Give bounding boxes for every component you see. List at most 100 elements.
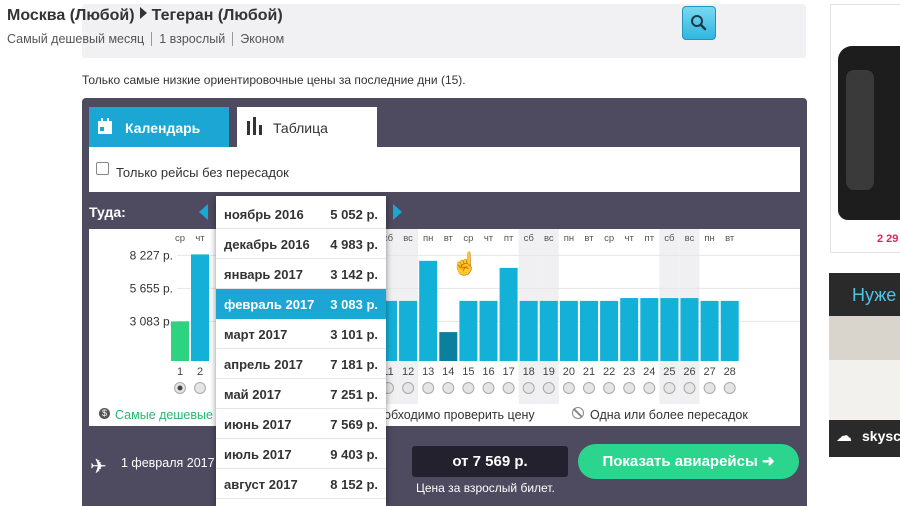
- tab-calendar-label: Календарь: [125, 120, 201, 136]
- month-option-label: май 2017: [224, 387, 282, 402]
- month-option[interactable]: декабрь 2016 4 983 р.: [216, 229, 386, 259]
- day-label: 25: [663, 366, 675, 378]
- price-bar[interactable]: [640, 298, 659, 361]
- day-label: 13: [422, 366, 434, 378]
- month-option[interactable]: июль 2017 9 403 р.: [216, 439, 386, 469]
- month-option-price: 3 083 р.: [330, 297, 378, 312]
- weekday-label: пн: [564, 233, 574, 244]
- route-from: Москва (Любой): [7, 7, 135, 24]
- day-radio[interactable]: [623, 382, 636, 394]
- y-tick-label: 3 083 р.: [130, 314, 173, 328]
- weekday-label: пн: [704, 233, 714, 244]
- day-radio-dot: [177, 385, 183, 391]
- price-note: Только самые низкие ориентировочные цены…: [82, 73, 466, 87]
- price-bar-chart-svg: 8 227 р.5 655 р.3 083 р.ср1чт2сб11вс12пн…: [130, 229, 800, 404]
- day-label: 18: [523, 366, 535, 378]
- weekday-label: пт: [504, 233, 514, 244]
- month-dropdown[interactable]: ноябрь 2016 5 052 р. декабрь 2016 4 983 р. я…: [216, 196, 386, 506]
- route-arrow-icon: [139, 7, 147, 19]
- day-radio[interactable]: [522, 382, 535, 394]
- search-param-period: Самый дешевый месяц: [7, 32, 145, 46]
- selected-date: 1 февраля 2017: [121, 456, 215, 470]
- month-option[interactable]: август 2017 8 152 р.: [216, 469, 386, 499]
- day-radio[interactable]: [583, 382, 595, 394]
- weekday-label: вс: [403, 233, 413, 244]
- weekday-label: ср: [604, 233, 614, 244]
- legend-cheapest: Самые дешевые: [115, 408, 213, 422]
- price-bar[interactable]: [479, 300, 498, 361]
- hand-pointer-icon: ☝: [451, 251, 479, 276]
- show-flights-button[interactable]: Показать авиарейсы ➜: [578, 444, 799, 479]
- day-radio[interactable]: [703, 382, 716, 394]
- price-bar[interactable]: [171, 321, 189, 361]
- day-radio[interactable]: [422, 382, 435, 394]
- price-bar[interactable]: [191, 254, 209, 361]
- ad-banner-title: Нуже: [852, 285, 897, 305]
- month-option[interactable]: январь 2017 3 142 р.: [216, 259, 386, 289]
- price-bar[interactable]: [399, 300, 418, 361]
- day-radio[interactable]: [723, 382, 736, 394]
- price-bar[interactable]: [680, 298, 699, 361]
- day-radio[interactable]: [502, 382, 515, 394]
- month-option-price: 3 101 р.: [330, 327, 378, 342]
- day-radio[interactable]: [603, 382, 616, 394]
- price-bar[interactable]: [539, 300, 558, 361]
- price-bar[interactable]: [580, 300, 598, 361]
- search-button[interactable]: [682, 6, 716, 40]
- tab-table[interactable]: Таблица: [237, 107, 377, 147]
- day-label: 23: [623, 366, 635, 378]
- price-bar[interactable]: [600, 300, 619, 361]
- weekday-label: вс: [685, 233, 695, 244]
- month-option-price: 5 052 р.: [330, 207, 378, 222]
- day-radio[interactable]: [462, 382, 475, 394]
- search-param-passengers: 1 взрослый: [151, 32, 233, 46]
- nonstop-checkbox[interactable]: [96, 162, 109, 175]
- nonstop-label[interactable]: Только рейсы без пересадок: [116, 165, 289, 180]
- weekday-label: вт: [444, 233, 454, 244]
- month-option[interactable]: февраль 2017 3 083 р.: [216, 289, 386, 319]
- day-radio[interactable]: [683, 382, 696, 394]
- price-bar[interactable]: [700, 300, 719, 361]
- price-bar-chart: 8 227 р. 5 655 р. 3 083 р. ср 1 чт 2 сб 11 вс 12 пн…: [89, 229, 800, 404]
- month-option[interactable]: ноябрь 2016 5 052 р.: [216, 199, 386, 229]
- weekday-label: чт: [195, 233, 205, 244]
- day-label: 19: [543, 366, 555, 378]
- month-option[interactable]: март 2017 3 101 р.: [216, 319, 386, 349]
- month-option[interactable]: апрель 2017 7 181 р.: [216, 349, 386, 379]
- price-bar[interactable]: [519, 300, 538, 361]
- price-bar[interactable]: [499, 267, 518, 361]
- prev-month-arrow-icon[interactable]: [199, 204, 208, 220]
- bar-chart-icon: [247, 117, 262, 135]
- price-bar[interactable]: [419, 260, 438, 361]
- month-option-label: январь 2017: [224, 267, 303, 282]
- day-radio[interactable]: [194, 382, 206, 394]
- price-bar[interactable]: [439, 332, 458, 361]
- price-bar[interactable]: [459, 300, 478, 361]
- day-radio[interactable]: [542, 382, 555, 394]
- month-option[interactable]: июнь 2017 7 569 р.: [216, 409, 386, 439]
- price-bar[interactable]: [559, 300, 578, 361]
- day-radio[interactable]: [482, 382, 495, 394]
- weekday-label: вт: [584, 233, 594, 244]
- price-bar[interactable]: [720, 300, 739, 361]
- weekday-label: чт: [484, 233, 494, 244]
- month-option[interactable]: май 2017 7 251 р.: [216, 379, 386, 409]
- route-to: Тегеран (Любой): [151, 7, 283, 24]
- day-radio[interactable]: [562, 382, 575, 394]
- weekday-label: вт: [725, 233, 735, 244]
- day-radio[interactable]: [442, 382, 455, 394]
- day-radio[interactable]: [643, 382, 656, 394]
- tab-calendar[interactable]: Календарь: [89, 107, 229, 147]
- day-label: 27: [703, 366, 715, 378]
- day-label: 15: [462, 366, 474, 378]
- month-option-label: июнь 2017: [224, 417, 292, 432]
- day-label: 22: [603, 366, 615, 378]
- next-month-arrow-icon[interactable]: [393, 204, 402, 220]
- day-radio[interactable]: [402, 382, 415, 394]
- price-bar[interactable]: [620, 298, 639, 361]
- price-bar[interactable]: [660, 298, 679, 361]
- day-radio[interactable]: [663, 382, 676, 394]
- tab-table-label: Таблица: [273, 120, 328, 136]
- weekday-label: ср: [463, 233, 473, 244]
- weekday-label: пт: [645, 233, 655, 244]
